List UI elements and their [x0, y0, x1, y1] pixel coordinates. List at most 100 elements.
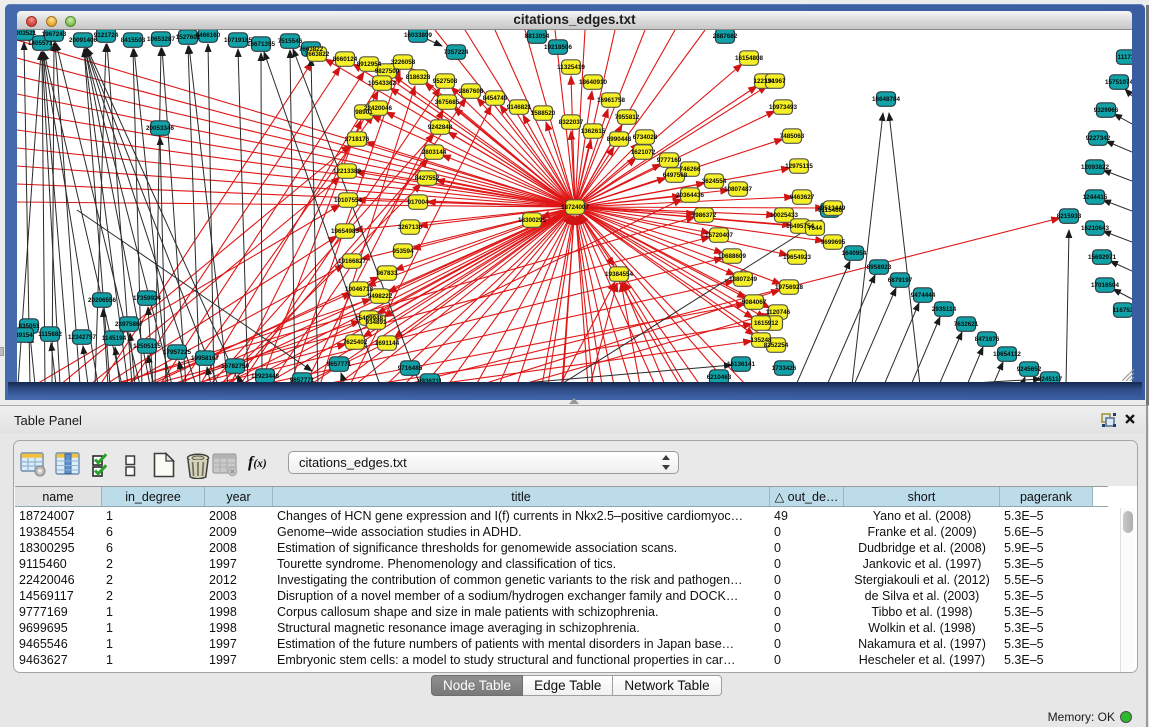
svg-text:8958923: 8958923	[867, 264, 892, 271]
svg-text:7663822: 7663822	[305, 51, 330, 58]
svg-text:9242848: 9242848	[428, 124, 453, 131]
svg-text:1733426: 1733426	[772, 365, 797, 372]
svg-text:191967: 191967	[764, 78, 786, 85]
svg-text:1640954: 1640954	[842, 250, 867, 257]
svg-text:2887682: 2887682	[713, 33, 738, 40]
svg-text:16671355: 16671355	[247, 41, 276, 48]
svg-text:6210463: 6210463	[707, 374, 732, 381]
svg-text:8660124: 8660124	[333, 56, 358, 63]
svg-text:1615: 1615	[754, 320, 769, 327]
svg-text:1244415: 1244415	[1083, 194, 1108, 201]
svg-text:3624554: 3624554	[702, 178, 727, 185]
svg-text:1621072: 1621072	[631, 149, 656, 156]
svg-text:9121724: 9121724	[94, 32, 119, 39]
svg-text:8322037: 8322037	[559, 119, 584, 126]
svg-text:7625402: 7625402	[343, 339, 368, 346]
svg-text:1145194: 1145194	[102, 335, 127, 342]
svg-text:9777169: 9777169	[657, 157, 682, 164]
svg-text:10046718: 10046718	[345, 286, 374, 293]
svg-text:8471676: 8471676	[975, 336, 1000, 343]
svg-text:19166827: 19166827	[338, 258, 367, 265]
svg-text:19654923: 19654923	[783, 254, 812, 261]
svg-text:2867608: 2867608	[459, 88, 484, 95]
svg-text:2718176: 2718176	[345, 136, 370, 143]
svg-text:18807249: 18807249	[729, 276, 758, 283]
svg-text:8990448: 8990448	[607, 136, 632, 143]
svg-text:19384554: 19384554	[605, 271, 634, 278]
svg-text:7955812: 7955812	[615, 114, 640, 121]
svg-text:17359924: 17359924	[133, 295, 162, 302]
svg-text:917004: 917004	[407, 199, 429, 206]
svg-text:1588520: 1588520	[531, 110, 556, 117]
svg-text:9474444: 9474444	[911, 292, 936, 299]
svg-text:6466160: 6466160	[196, 32, 221, 39]
svg-text:10973493: 10973493	[769, 104, 798, 111]
svg-text:19958167: 19958167	[191, 355, 220, 362]
svg-text:23975867: 23975867	[115, 321, 144, 328]
svg-text:10543362: 10543362	[368, 80, 397, 87]
svg-text:10654112: 10654112	[993, 351, 1021, 358]
svg-text:10025433: 10025433	[770, 212, 799, 219]
svg-text:3226058: 3226058	[391, 59, 416, 66]
svg-text:6879197: 6879197	[888, 277, 913, 284]
svg-text:9227342: 9227342	[1086, 135, 1111, 142]
svg-text:135248: 135248	[750, 337, 772, 344]
svg-text:8454749: 8454749	[483, 95, 508, 102]
svg-text:8215933: 8215933	[1057, 213, 1082, 220]
svg-text:9084067: 9084067	[742, 299, 767, 306]
svg-text:2935114: 2935114	[932, 306, 957, 313]
svg-text:9245652: 9245652	[1017, 366, 1042, 373]
svg-text:9657771: 9657771	[290, 377, 315, 382]
svg-text:8415503: 8415503	[121, 37, 146, 44]
svg-text:7986372: 7986372	[692, 212, 717, 219]
svg-text:12975115: 12975115	[785, 163, 813, 170]
svg-text:16210643: 16210643	[1081, 225, 1110, 232]
svg-text:16154808: 16154808	[735, 55, 764, 62]
svg-text:6497568: 6497568	[663, 172, 688, 179]
svg-text:11325419: 11325419	[557, 64, 585, 71]
svg-text:18724007: 18724007	[561, 204, 590, 211]
svg-text:6734028: 6734028	[633, 134, 658, 141]
svg-text:912: 912	[768, 320, 779, 327]
svg-text:7357224: 7357224	[444, 49, 469, 56]
svg-text:1691144: 1691144	[375, 340, 400, 347]
svg-text:116753: 116753	[1113, 307, 1132, 314]
svg-text:15692971: 15692971	[1088, 254, 1117, 261]
svg-text:10807487: 10807487	[724, 186, 753, 193]
svg-text:1362615: 1362615	[581, 128, 606, 135]
svg-text:9527508: 9527508	[433, 78, 458, 85]
svg-text:15751074: 15751074	[1105, 79, 1132, 86]
svg-text:3267130: 3267130	[398, 224, 423, 231]
svg-text:8936211: 8936211	[418, 378, 443, 382]
svg-text:9245117: 9245117	[1038, 376, 1063, 382]
svg-text:15720407: 15720407	[705, 232, 734, 239]
svg-text:3675685: 3675685	[435, 99, 460, 106]
svg-text:16961758: 16961758	[597, 97, 626, 104]
svg-text:9498222: 9498222	[368, 293, 393, 300]
svg-text:19218506: 19218506	[544, 44, 573, 51]
svg-text:20364436: 20364436	[676, 192, 705, 199]
svg-text:12923448: 12923448	[251, 373, 280, 380]
svg-text:12093822: 12093822	[1081, 164, 1110, 171]
svg-text:7632621: 7632621	[954, 321, 979, 328]
svg-text:934891: 934891	[365, 319, 387, 326]
svg-text:953594: 953594	[392, 248, 414, 255]
svg-text:8427552: 8427552	[415, 175, 440, 182]
svg-text:10653287: 10653287	[147, 36, 176, 43]
svg-text:1003521: 1003521	[17, 30, 37, 37]
svg-text:8186328: 8186328	[406, 74, 431, 81]
svg-text:7485063: 7485063	[780, 133, 805, 140]
svg-text:22420046: 22420046	[364, 105, 393, 112]
svg-text:746266: 746266	[679, 166, 701, 173]
svg-text:9146821: 9146821	[507, 104, 532, 111]
svg-text:1115682: 1115682	[38, 331, 62, 338]
svg-text:9463627: 9463627	[790, 194, 815, 201]
svg-text:2803144: 2803144	[422, 149, 447, 156]
svg-text:14055712: 14055712	[28, 40, 57, 47]
svg-text:9716485: 9716485	[398, 365, 423, 372]
svg-text:9513449: 9513449	[821, 205, 846, 212]
svg-text:8912954: 8912954	[357, 61, 382, 68]
svg-text:16648784: 16648784	[872, 96, 901, 103]
svg-text:12213389: 12213389	[333, 168, 362, 175]
svg-text:7644: 7644	[808, 225, 823, 232]
